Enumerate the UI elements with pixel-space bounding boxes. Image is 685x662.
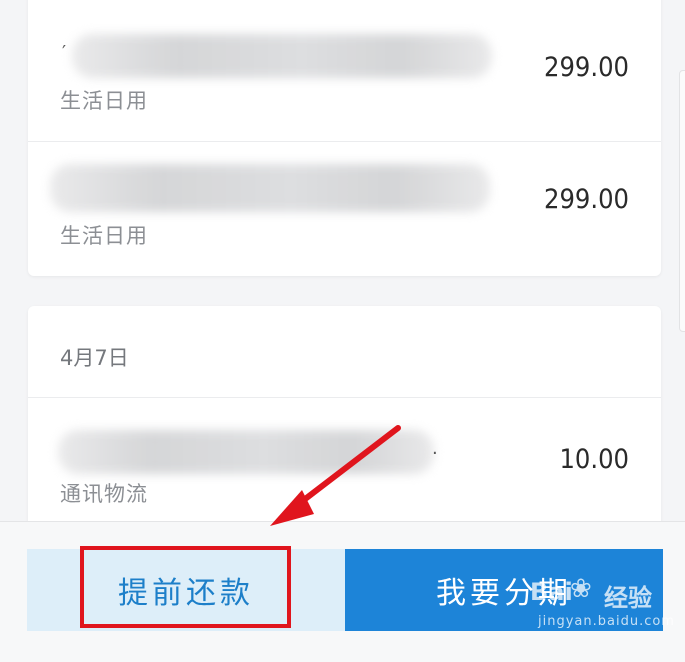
blurred-merchant-name	[50, 164, 490, 212]
blurred-merchant-name	[58, 430, 434, 474]
blurred-merchant-name	[72, 34, 492, 78]
watermark-brand-suffix: 经验	[604, 584, 652, 612]
transaction-row[interactable]: 生活日用 299.00	[28, 142, 661, 276]
transaction-amount: 299.00	[544, 184, 629, 215]
transaction-category: 生活日用	[60, 224, 148, 248]
transaction-category: 生活日用	[60, 89, 148, 113]
merchant-trailing-char: .	[432, 438, 438, 459]
baidu-watermark: Bai ❀ 经验 jingyan.baidu.com	[530, 572, 680, 642]
transaction-row[interactable]: . 通讯物流 10.00	[28, 398, 661, 536]
date-group-card: 4月7日 . 通讯物流 10.00	[28, 306, 661, 536]
transaction-amount: 10.00	[559, 444, 629, 475]
paw-icon: ❀	[570, 574, 592, 604]
scroll-edge[interactable]	[679, 70, 685, 332]
transaction-category: 通讯物流	[60, 482, 148, 506]
transaction-card: ′ 生活日用 299.00 生活日用 299.00	[28, 0, 661, 276]
date-header: 4月7日	[60, 346, 129, 370]
merchant-initial: ′	[62, 42, 67, 63]
watermark-url: jingyan.baidu.com	[538, 614, 675, 629]
watermark-brand: Bai	[530, 578, 573, 606]
transaction-row[interactable]: ′ 生活日用 299.00	[28, 0, 661, 140]
highlight-box	[80, 546, 291, 628]
transaction-amount: 299.00	[544, 52, 629, 83]
